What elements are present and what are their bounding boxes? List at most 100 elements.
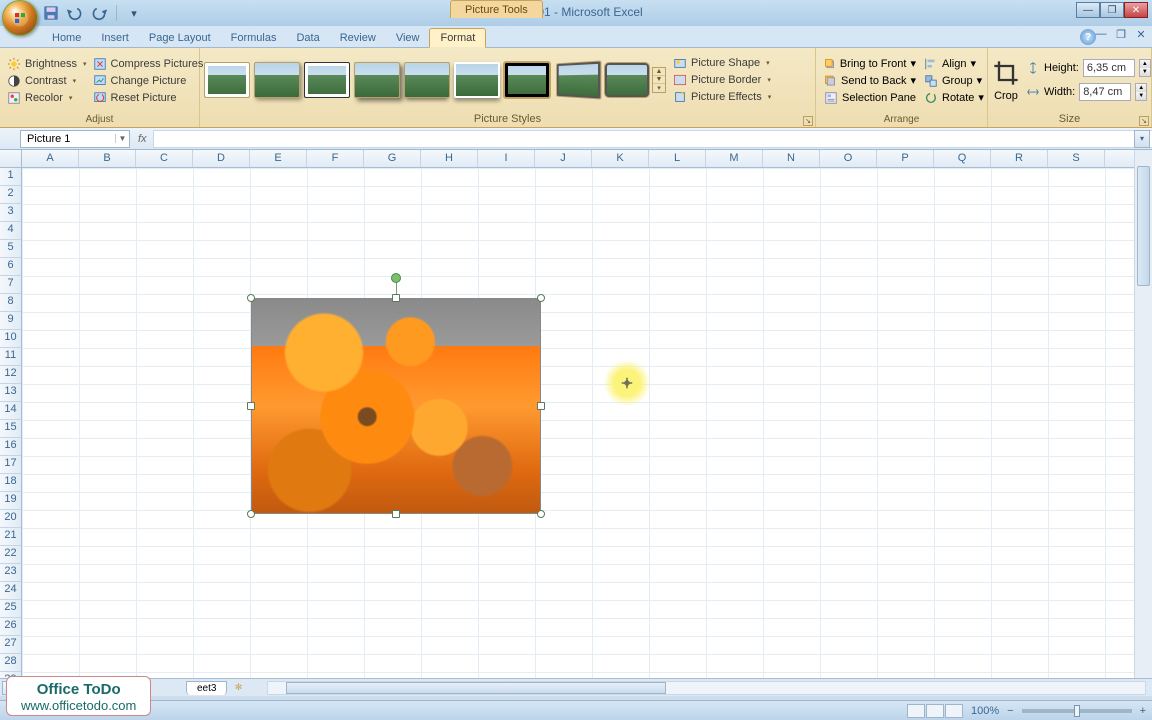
row-header[interactable]: 2 [0,186,21,204]
col-header[interactable]: K [592,150,649,167]
style-thumb[interactable] [354,62,400,98]
col-header[interactable]: G [364,150,421,167]
scrollbar-thumb[interactable] [286,682,666,694]
resize-handle[interactable] [392,510,400,518]
reset-picture-button[interactable]: Reset Picture [90,90,207,106]
col-header[interactable]: M [706,150,763,167]
change-picture-button[interactable]: Change Picture [90,73,207,89]
col-header[interactable]: B [79,150,136,167]
formula-input[interactable] [153,130,1152,148]
row-header[interactable]: 7 [0,276,21,294]
brightness-button[interactable]: Brightness▾ [4,56,90,72]
resize-handle[interactable] [247,402,255,410]
col-header[interactable]: N [763,150,820,167]
cells-area[interactable] [22,168,1134,678]
column-headers[interactable]: ABCDEFGHIJKLMNOPQRS [22,150,1134,168]
col-header[interactable]: P [877,150,934,167]
align-button[interactable]: Align▾ [920,56,988,72]
width-spinner[interactable]: ▲▼ [1135,83,1147,101]
sheet-tab[interactable]: eet3 [186,681,227,695]
namebox-dropdown-icon[interactable]: ▼ [115,134,129,143]
zoom-in-icon[interactable]: + [1140,705,1146,717]
row-headers[interactable]: 1234567891011121314151617181920212223242… [0,168,22,678]
gallery-more-icon[interactable]: ▾ [653,84,665,92]
crop-button[interactable]: Crop [992,51,1020,109]
tab-formulas[interactable]: Formulas [221,29,287,47]
close-button[interactable]: ✕ [1124,2,1148,18]
width-input[interactable]: 8,47 cm [1079,83,1131,101]
col-header[interactable]: D [193,150,250,167]
style-thumb[interactable] [254,62,300,98]
height-spinner[interactable]: ▲▼ [1139,59,1151,77]
row-header[interactable]: 16 [0,438,21,456]
tab-view[interactable]: View [386,29,430,47]
fx-icon[interactable]: fx [138,133,147,145]
row-header[interactable]: 19 [0,492,21,510]
row-header[interactable]: 26 [0,618,21,636]
select-all-button[interactable] [0,150,22,168]
row-header[interactable]: 12 [0,366,21,384]
col-header[interactable]: L [649,150,706,167]
send-to-back-button[interactable]: Send to Back▾ [820,73,920,89]
row-header[interactable]: 1 [0,168,21,186]
expand-formula-bar-icon[interactable]: ▾ [1134,130,1150,148]
row-header[interactable]: 9 [0,312,21,330]
style-thumb[interactable] [304,62,350,98]
scrollbar-thumb[interactable] [1137,166,1150,286]
maximize-button[interactable]: ❐ [1100,2,1124,18]
col-header[interactable]: R [991,150,1048,167]
resize-handle[interactable] [537,294,545,302]
style-thumb[interactable] [454,62,500,98]
bring-to-front-button[interactable]: Bring to Front▾ [820,56,920,72]
tab-data[interactable]: Data [286,29,329,47]
row-header[interactable]: 5 [0,240,21,258]
col-header[interactable]: J [535,150,592,167]
tab-insert[interactable]: Insert [91,29,139,47]
insert-sheet-icon[interactable]: ✻ [229,681,247,695]
tab-home[interactable]: Home [42,29,91,47]
resize-handle[interactable] [537,402,545,410]
col-header[interactable]: H [421,150,478,167]
row-header[interactable]: 14 [0,402,21,420]
picture-effects-button[interactable]: Picture Effects▾ [670,89,774,105]
gallery-down-icon[interactable]: ▼ [653,76,665,84]
tab-review[interactable]: Review [330,29,386,47]
dialog-launcher-icon[interactable]: ↘ [1139,116,1149,126]
style-thumb[interactable] [604,62,650,98]
row-header[interactable]: 21 [0,528,21,546]
row-header[interactable]: 28 [0,654,21,672]
minimize-button[interactable]: — [1076,2,1100,18]
row-header[interactable]: 24 [0,582,21,600]
selection-pane-button[interactable]: Selection Pane [820,90,920,106]
rotate-handle[interactable] [391,273,401,283]
col-header[interactable]: E [250,150,307,167]
horizontal-scrollbar[interactable] [267,681,1146,695]
rotate-button[interactable]: Rotate▾ [920,90,988,106]
wb-close-button[interactable]: ✕ [1134,28,1148,41]
col-header[interactable]: Q [934,150,991,167]
row-header[interactable]: 11 [0,348,21,366]
inserted-picture[interactable] [251,298,541,514]
row-header[interactable]: 15 [0,420,21,438]
redo-icon[interactable] [90,4,108,22]
contrast-button[interactable]: Contrast▾ [4,73,90,89]
col-header[interactable]: I [478,150,535,167]
style-thumb[interactable] [204,62,250,98]
row-header[interactable]: 27 [0,636,21,654]
compress-pictures-button[interactable]: Compress Pictures [90,56,207,72]
height-control[interactable]: Height: 6,35 cm ▲▼ [1026,59,1151,77]
tab-page-layout[interactable]: Page Layout [139,29,221,47]
group-button[interactable]: Group▾ [920,73,988,89]
picture-shape-button[interactable]: Picture Shape▾ [670,55,774,71]
style-thumb-selected[interactable] [504,62,550,98]
row-header[interactable]: 6 [0,258,21,276]
row-header[interactable]: 18 [0,474,21,492]
resize-handle[interactable] [537,510,545,518]
col-header[interactable]: S [1048,150,1105,167]
row-header[interactable]: 8 [0,294,21,312]
row-header[interactable]: 13 [0,384,21,402]
row-header[interactable]: 10 [0,330,21,348]
col-header[interactable]: A [22,150,79,167]
row-header[interactable]: 17 [0,456,21,474]
recolor-button[interactable]: Recolor▾ [4,90,90,106]
